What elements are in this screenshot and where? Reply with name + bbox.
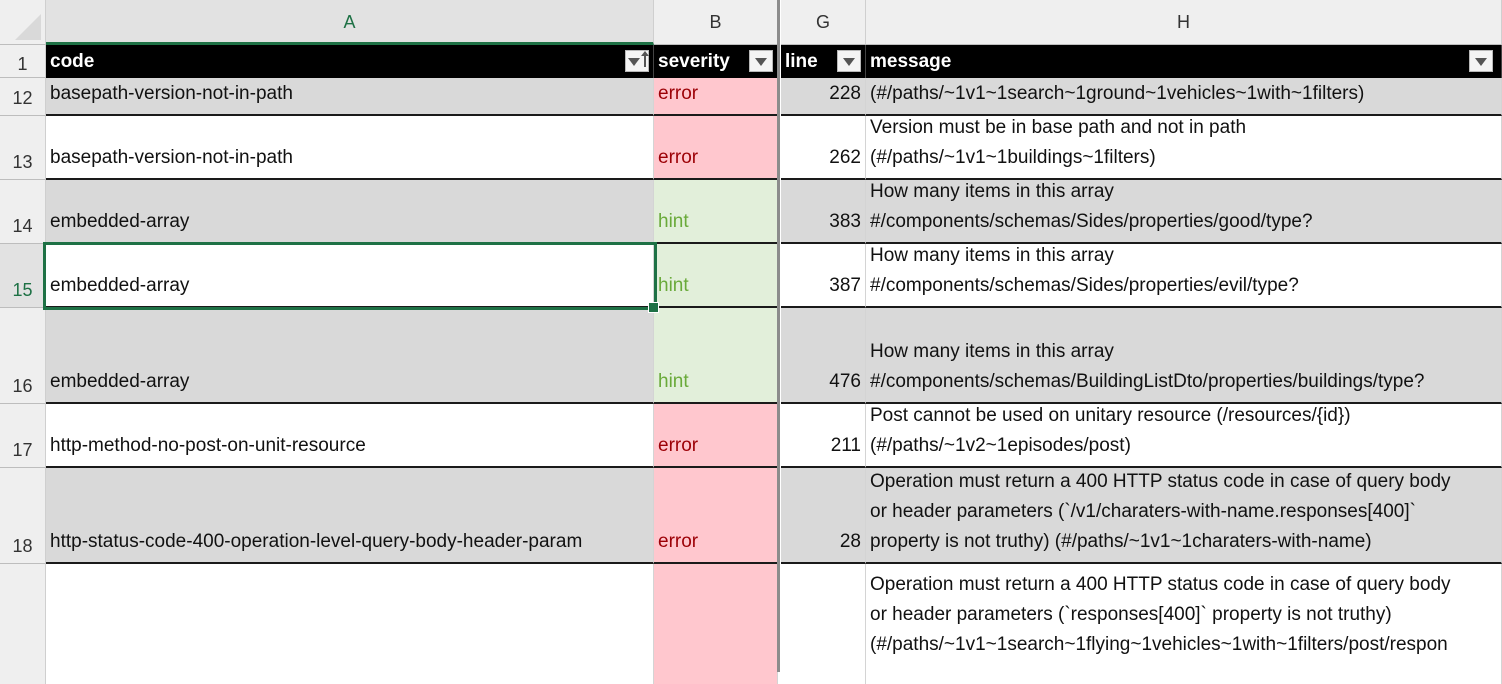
cell-line[interactable]: 28 xyxy=(781,468,866,564)
filter-button-message[interactable] xyxy=(1469,50,1493,72)
filter-button-severity[interactable] xyxy=(749,50,773,72)
row-header-16[interactable]: 16 xyxy=(0,308,46,404)
dropdown-arrow-icon xyxy=(628,58,640,66)
cell-code[interactable]: embedded-array xyxy=(46,244,654,308)
column-header-g[interactable]: G xyxy=(781,0,866,45)
header-code-label: code xyxy=(50,51,95,72)
dropdown-arrow-icon xyxy=(1475,58,1487,66)
cell-severity[interactable]: hint xyxy=(654,244,778,308)
cell-line[interactable]: 262 xyxy=(781,116,866,180)
cell-code[interactable]: embedded-array xyxy=(46,308,654,404)
column-header-h[interactable]: H xyxy=(866,0,1502,45)
cell-severity[interactable]: error xyxy=(654,468,778,564)
cell-code[interactable]: http-method-no-post-on-unit-resource xyxy=(46,404,654,468)
header-message-label: message xyxy=(870,51,952,72)
header-severity[interactable]: severity xyxy=(654,45,778,78)
cell-message[interactable]: Operation must return a 400 HTTP status … xyxy=(866,468,1502,564)
header-code[interactable]: code xyxy=(46,45,654,78)
cell-code[interactable]: http-status-code-400-operation-level-que… xyxy=(46,468,654,564)
dropdown-arrow-icon xyxy=(755,58,767,66)
row-header-15[interactable]: 15 xyxy=(0,244,46,308)
fill-handle[interactable] xyxy=(648,302,659,313)
cell-code[interactable] xyxy=(46,564,654,684)
row-header-14[interactable]: 14 xyxy=(0,180,46,244)
cell-message[interactable]: Version must be in base path and not in … xyxy=(866,116,1502,180)
cell-line[interactable]: 476 xyxy=(781,308,866,404)
cell-code[interactable]: basepath-version-not-in-path xyxy=(46,78,654,116)
cell-message[interactable]: Post cannot be used on unitary resource … xyxy=(866,404,1502,468)
cell-message[interactable]: How many items in this array #/component… xyxy=(866,244,1502,308)
column-header-a[interactable]: A xyxy=(46,0,654,45)
select-all-corner[interactable] xyxy=(0,0,46,45)
filter-button-line[interactable] xyxy=(837,50,861,72)
row-header-12[interactable]: 12 xyxy=(0,78,46,116)
row-header-13[interactable]: 13 xyxy=(0,116,46,180)
header-message[interactable]: message xyxy=(866,45,1502,78)
header-line[interactable]: line xyxy=(781,45,866,78)
hidden-columns-separator[interactable] xyxy=(777,0,780,672)
row-header-18[interactable]: 18 xyxy=(0,468,46,564)
cell-line[interactable]: 228 xyxy=(781,78,866,116)
dropdown-arrow-icon xyxy=(843,58,855,66)
cell-line[interactable]: 211 xyxy=(781,404,866,468)
cell-severity[interactable]: hint xyxy=(654,180,778,244)
cell-line[interactable]: 387 xyxy=(781,244,866,308)
row-header-1[interactable]: 1 xyxy=(0,45,46,78)
row-header-19[interactable] xyxy=(0,564,46,684)
cell-severity[interactable]: error xyxy=(654,116,778,180)
header-line-label: line xyxy=(785,51,818,72)
select-all-triangle xyxy=(15,14,41,40)
cell-code[interactable]: embedded-array xyxy=(46,180,654,244)
column-header-b[interactable]: B xyxy=(654,0,778,45)
filter-sort-button-code[interactable] xyxy=(625,50,649,72)
cell-line[interactable]: 383 xyxy=(781,180,866,244)
cell-severity[interactable]: hint xyxy=(654,308,778,404)
cell-code[interactable]: basepath-version-not-in-path xyxy=(46,116,654,180)
cell-message[interactable]: How many items in this array #/component… xyxy=(866,180,1502,244)
row-header-17[interactable]: 17 xyxy=(0,404,46,468)
sort-ascending-icon xyxy=(641,51,649,67)
header-severity-label: severity xyxy=(658,51,730,72)
cell-severity[interactable] xyxy=(654,564,778,684)
cell-message[interactable]: Operation must return a 400 HTTP status … xyxy=(866,564,1502,684)
cell-message[interactable]: (#/paths/~1v1~1search~1ground~1vehicles~… xyxy=(866,78,1502,116)
cell-message[interactable]: How many items in this array #/component… xyxy=(866,308,1502,404)
cell-severity[interactable]: error xyxy=(654,404,778,468)
cell-severity[interactable]: error xyxy=(654,78,778,116)
cell-line[interactable] xyxy=(781,564,866,684)
